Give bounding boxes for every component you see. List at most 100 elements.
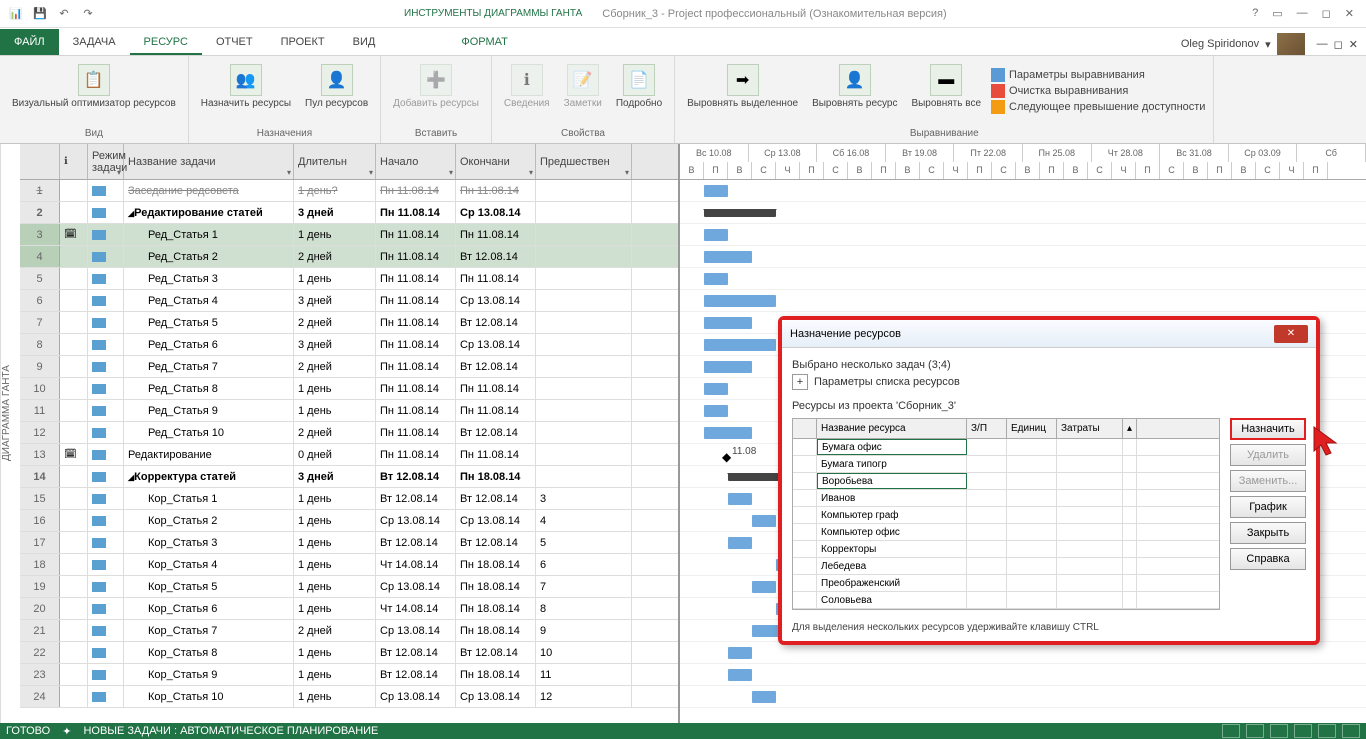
- table-row[interactable]: 20Кор_Статья 61 деньЧт 14.08.14Пн 18.08.…: [20, 598, 678, 620]
- visual-optimizer-button[interactable]: 📋Визуальный оптимизатор ресурсов: [8, 62, 180, 111]
- table-row[interactable]: 8Ред_Статья 63 днейПн 11.08.14Ср 13.08.1…: [20, 334, 678, 356]
- col-cost[interactable]: Затраты: [1057, 419, 1123, 438]
- table-row[interactable]: 7Ред_Статья 52 днейПн 11.08.14Вт 12.08.1…: [20, 312, 678, 334]
- dialog-project-label: Ресурсы из проекта 'Сборник_3': [792, 400, 1306, 412]
- view-mode-1-icon[interactable]: [1222, 724, 1240, 738]
- view-mode-4-icon[interactable]: [1294, 724, 1312, 738]
- view-mode-2-icon[interactable]: [1246, 724, 1264, 738]
- assign-button[interactable]: Назначить: [1230, 418, 1306, 440]
- col-name[interactable]: Название задачи▾: [124, 144, 294, 179]
- col-predecessors[interactable]: Предшествен▾: [536, 144, 632, 179]
- help-button[interactable]: Справка: [1230, 548, 1306, 570]
- maximize-icon[interactable]: ◻: [1322, 7, 1331, 20]
- delete-button[interactable]: Удалить: [1230, 444, 1306, 466]
- resource-row[interactable]: Преображенский: [793, 575, 1219, 592]
- tab-resource[interactable]: РЕСУРС: [130, 29, 202, 55]
- col-info[interactable]: ℹ: [60, 144, 88, 179]
- chevron-down-icon: ▾: [1265, 38, 1271, 51]
- table-row[interactable]: 16Кор_Статья 21 деньСр 13.08.14Ср 13.08.…: [20, 510, 678, 532]
- resource-pool-button[interactable]: 👤Пул ресурсов: [301, 62, 372, 111]
- resource-row[interactable]: Бумага типогр: [793, 456, 1219, 473]
- save-icon[interactable]: 💾: [30, 4, 50, 24]
- table-row[interactable]: 15Кор_Статья 11 деньВт 12.08.14Вт 12.08.…: [20, 488, 678, 510]
- tab-task[interactable]: ЗАДАЧА: [59, 29, 130, 55]
- clear-leveling-button[interactable]: Очистка выравнивания: [991, 84, 1205, 98]
- expand-params-button[interactable]: +: [792, 374, 808, 390]
- col-duration[interactable]: Длительн▾: [294, 144, 376, 179]
- help-icon[interactable]: ?: [1252, 7, 1258, 20]
- table-row[interactable]: 19Кор_Статья 51 деньСр 13.08.14Пн 18.08.…: [20, 576, 678, 598]
- table-row[interactable]: 10Ред_Статья 81 деньПн 11.08.14Пн 11.08.…: [20, 378, 678, 400]
- resource-row[interactable]: Бумага офис: [793, 439, 1219, 456]
- details-button[interactable]: 📄Подробно: [612, 62, 666, 111]
- table-row[interactable]: 5Ред_Статья 31 деньПн 11.08.14Пн 11.08.1…: [20, 268, 678, 290]
- col-units[interactable]: Единиц: [1007, 419, 1057, 438]
- resource-row[interactable]: Компьютер граф: [793, 507, 1219, 524]
- table-row[interactable]: 12Ред_Статья 102 днейПн 11.08.14Вт 12.08…: [20, 422, 678, 444]
- resource-row[interactable]: Иванов: [793, 490, 1219, 507]
- col-resource-name[interactable]: Название ресурса: [817, 419, 967, 438]
- redo-icon[interactable]: ↷: [78, 4, 98, 24]
- user-account[interactable]: Oleg Spiridonov ▾ — ◻ ✕: [1173, 33, 1366, 55]
- resource-row[interactable]: Лебедева: [793, 558, 1219, 575]
- table-row[interactable]: 13🗓Редактирование0 днейПн 11.08.14Пн 11.…: [20, 444, 678, 466]
- graph-button[interactable]: График: [1230, 496, 1306, 518]
- tab-file[interactable]: ФАЙЛ: [0, 29, 59, 55]
- minimize-doc-icon[interactable]: —: [1317, 38, 1328, 50]
- restore-doc-icon[interactable]: ◻: [1334, 38, 1343, 51]
- zoom-out-icon[interactable]: [1318, 724, 1336, 738]
- close-button[interactable]: Закрыть: [1230, 522, 1306, 544]
- table-row[interactable]: 11Ред_Статья 91 деньПн 11.08.14Пн 11.08.…: [20, 400, 678, 422]
- table-row[interactable]: 2Редактирование статей3 днейПн 11.08.14С…: [20, 202, 678, 224]
- close-icon[interactable]: ✕: [1345, 7, 1354, 20]
- leveling-options-button[interactable]: Параметры выравнивания: [991, 68, 1205, 82]
- col-rownum[interactable]: [20, 144, 60, 179]
- status-ready: ГОТОВО: [6, 725, 50, 737]
- resource-row[interactable]: Воробьева: [793, 473, 1219, 490]
- minimize-icon[interactable]: —: [1297, 7, 1308, 20]
- info-button[interactable]: ℹСведения: [500, 62, 554, 111]
- context-tool-label: ИНСТРУМЕНТЫ ДИАГРАММЫ ГАНТА: [404, 8, 582, 19]
- dialog-close-icon[interactable]: ✕: [1274, 325, 1308, 343]
- table-row[interactable]: 24Кор_Статья 101 деньСр 13.08.14Ср 13.08…: [20, 686, 678, 708]
- add-resources-button[interactable]: ➕Добавить ресурсы: [389, 62, 483, 111]
- table-row[interactable]: 6Ред_Статья 43 днейПн 11.08.14Ср 13.08.1…: [20, 290, 678, 312]
- col-start[interactable]: Начало▾: [376, 144, 456, 179]
- table-row[interactable]: 22Кор_Статья 81 деньВт 12.08.14Вт 12.08.…: [20, 642, 678, 664]
- level-resource-button[interactable]: 👤Выровнять ресурс: [808, 62, 901, 111]
- next-overallocation-button[interactable]: Следующее превышение доступности: [991, 100, 1205, 114]
- level-selection-button[interactable]: ➡Выровнять выделенное: [683, 62, 802, 111]
- dialog-selected-tasks: Выбрано несколько задач (3;4): [792, 359, 1306, 371]
- view-mode-3-icon[interactable]: [1270, 724, 1288, 738]
- zoom-in-icon[interactable]: [1342, 724, 1360, 738]
- resource-row[interactable]: Корректоры: [793, 541, 1219, 558]
- col-finish[interactable]: Окончани▾: [456, 144, 536, 179]
- col-zp[interactable]: З/П: [967, 419, 1007, 438]
- resource-row[interactable]: Компьютер офис: [793, 524, 1219, 541]
- resource-row[interactable]: Соловьева: [793, 592, 1219, 609]
- undo-icon[interactable]: ↶: [54, 4, 74, 24]
- table-row[interactable]: 14Корректура статей3 днейВт 12.08.14Пн 1…: [20, 466, 678, 488]
- table-row[interactable]: 21Кор_Статья 72 днейСр 13.08.14Пн 18.08.…: [20, 620, 678, 642]
- table-row[interactable]: 9Ред_Статья 72 днейПн 11.08.14Вт 12.08.1…: [20, 356, 678, 378]
- table-row[interactable]: 17Кор_Статья 31 деньВт 12.08.14Вт 12.08.…: [20, 532, 678, 554]
- tab-view[interactable]: ВИД: [339, 29, 390, 55]
- close-doc-icon[interactable]: ✕: [1349, 38, 1358, 51]
- table-row[interactable]: 18Кор_Статья 41 деньЧт 14.08.14Пн 18.08.…: [20, 554, 678, 576]
- notes-button[interactable]: 📝Заметки: [560, 62, 606, 111]
- scroll-up-icon[interactable]: ▴: [1123, 419, 1137, 438]
- tab-report[interactable]: ОТЧЕТ: [202, 29, 267, 55]
- ribbon-collapse-icon[interactable]: ▭: [1272, 7, 1282, 20]
- table-row[interactable]: 1Заседание редсовета1 день?Пн 11.08.14Пн…: [20, 180, 678, 202]
- assign-resources-button[interactable]: 👥Назначить ресурсы: [197, 62, 295, 111]
- table-row[interactable]: 3🗓Ред_Статья 11 деньПн 11.08.14Пн 11.08.…: [20, 224, 678, 246]
- table-row[interactable]: 23Кор_Статья 91 деньВт 12.08.14Пн 18.08.…: [20, 664, 678, 686]
- col-mode[interactable]: Режим задачи▾: [88, 144, 124, 179]
- tab-project[interactable]: ПРОЕКТ: [267, 29, 339, 55]
- table-row[interactable]: 4Ред_Статья 22 днейПн 11.08.14Вт 12.08.1…: [20, 246, 678, 268]
- tab-format[interactable]: ФОРМАТ: [447, 29, 522, 55]
- group-props-label: Свойства: [500, 126, 666, 141]
- level-all-button[interactable]: ▬Выровнять все: [907, 62, 985, 111]
- replace-button[interactable]: Заменить...: [1230, 470, 1306, 492]
- resource-grid[interactable]: Название ресурса З/П Единиц Затраты ▴ Бу…: [792, 418, 1220, 610]
